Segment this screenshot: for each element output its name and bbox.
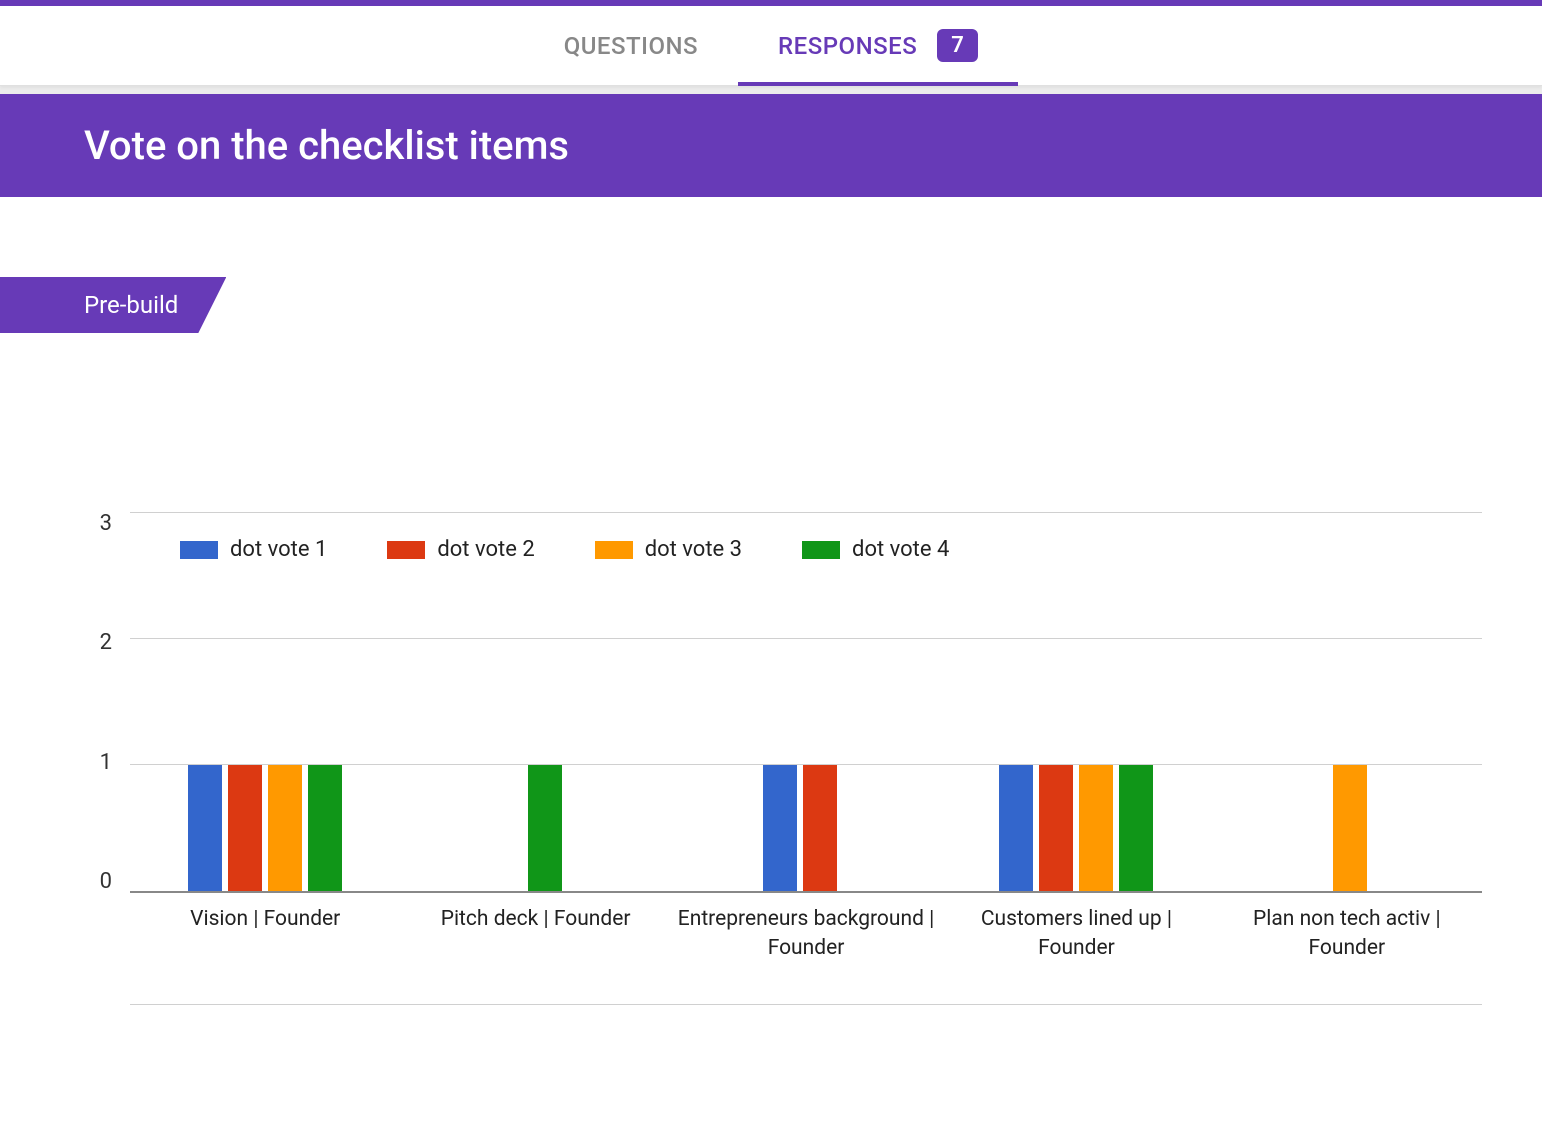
tab-responses-label: RESPONSES (778, 32, 917, 60)
bar (268, 765, 302, 891)
section-tag: Pre-build (0, 277, 226, 333)
legend-swatch (802, 541, 840, 559)
y-tick: 3 (100, 513, 112, 535)
divider (130, 1004, 1482, 1005)
bar (763, 765, 797, 891)
bar (803, 765, 837, 891)
responses-count-badge: 7 (937, 29, 978, 62)
bar-group (130, 513, 400, 891)
divider-strip (0, 86, 1542, 94)
bar (1039, 765, 1073, 891)
tab-responses[interactable]: RESPONSES 7 (738, 6, 1018, 85)
legend-label: dot vote 4 (852, 537, 949, 562)
x-label: Pitch deck | Founder (400, 905, 670, 964)
bar-group (1212, 513, 1482, 891)
bar (228, 765, 262, 891)
form-header: Vote on the checklist items (0, 94, 1542, 197)
legend-item: dot vote 1 (180, 537, 327, 562)
chart-y-axis: 3 2 1 0 (60, 513, 130, 893)
section-tag-wrap: Pre-build (0, 277, 1542, 333)
bar-group (671, 513, 941, 891)
tab-questions[interactable]: QUESTIONS (524, 6, 738, 85)
tabs-bar: QUESTIONS RESPONSES 7 (0, 6, 1542, 86)
bar (308, 765, 342, 891)
chart-x-axis: Vision | FounderPitch deck | FounderEntr… (130, 905, 1482, 964)
legend-swatch (595, 541, 633, 559)
legend-item: dot vote 2 (387, 537, 534, 562)
x-label: Plan non tech activ | Founder (1212, 905, 1482, 964)
chart-bar-groups (130, 513, 1482, 891)
y-tick: 0 (100, 871, 112, 893)
legend-swatch (180, 541, 218, 559)
legend-swatch (387, 541, 425, 559)
tab-questions-label: QUESTIONS (564, 32, 698, 60)
x-label: Customers lined up | Founder (941, 905, 1211, 964)
x-label: Entrepreneurs background | Founder (671, 905, 941, 964)
page-title: Vote on the checklist items (84, 122, 1542, 169)
section-label: Pre-build (84, 291, 178, 319)
chart-plot-area: dot vote 1 dot vote 2 dot vote 3 dot vote 4 (130, 513, 1482, 893)
legend-label: dot vote 2 (437, 537, 534, 562)
bar (999, 765, 1033, 891)
bar (1333, 765, 1367, 891)
legend-label: dot vote 1 (230, 537, 327, 562)
legend-item: dot vote 3 (595, 537, 742, 562)
bar-group (941, 513, 1211, 891)
bar (1079, 765, 1113, 891)
chart-legend: dot vote 1 dot vote 2 dot vote 3 dot vote 4 (180, 537, 949, 562)
y-tick: 2 (100, 632, 112, 654)
bar (1119, 765, 1153, 891)
bar-group (400, 513, 670, 891)
legend-item: dot vote 4 (802, 537, 949, 562)
legend-label: dot vote 3 (645, 537, 742, 562)
chart: 3 2 1 0 dot vote 1dot vote 2dot vote 3do… (60, 513, 1482, 964)
bar (188, 765, 222, 891)
y-tick: 1 (100, 752, 112, 774)
x-label: Vision | Founder (130, 905, 400, 964)
bar (528, 765, 562, 891)
